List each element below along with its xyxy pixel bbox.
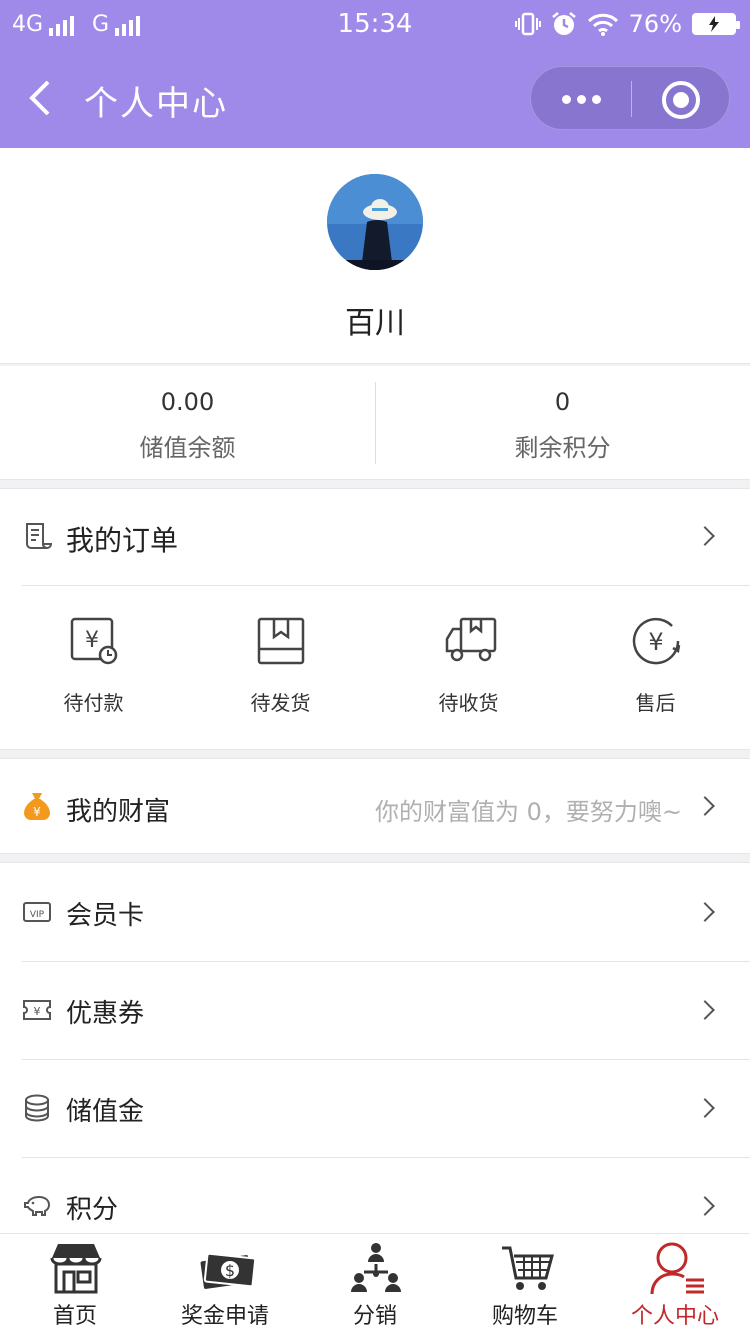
chevron-left-icon (29, 80, 50, 116)
truck-icon (445, 617, 497, 662)
stored-balance[interactable]: 0.00 储值余额 (0, 366, 375, 480)
coupon-row[interactable]: ¥ 优惠券 (0, 961, 750, 1059)
points-label: 积分 (66, 1195, 119, 1225)
network-people-icon (351, 1243, 401, 1292)
my-orders-row[interactable]: 我的订单 (0, 489, 750, 585)
capsule-divider (631, 81, 632, 117)
tab-profile[interactable]: 个人中心 (600, 1234, 750, 1333)
wifi-icon (587, 13, 618, 36)
tab-distribution[interactable]: 分销 (300, 1234, 450, 1333)
cart-icon (502, 1246, 554, 1290)
cash-icon: $ (200, 1252, 256, 1289)
remaining-points-label: 剩余积分 (514, 434, 611, 462)
chevron-right-icon (695, 1196, 715, 1216)
coupon-label: 优惠券 (66, 999, 145, 1029)
chevron-right-icon (695, 796, 715, 816)
user-name: 百川 (345, 306, 405, 341)
order-label: 待付款 (63, 691, 124, 715)
member-card-row[interactable]: VIP 会员卡 (0, 863, 750, 961)
chevron-right-icon (695, 1098, 715, 1118)
member-card-label: 会员卡 (66, 901, 145, 931)
avatar[interactable] (327, 174, 423, 270)
tab-label: 奖金申请 (180, 1304, 269, 1329)
stats-panel: 0.00 储值余额 0 剩余积分 (0, 366, 750, 480)
page-title: 个人中心 (84, 84, 228, 124)
order-list-icon (26, 523, 52, 550)
svg-text:VIP: VIP (30, 910, 45, 920)
payment-pending-icon: ¥ (70, 617, 118, 665)
order-pending-payment[interactable]: ¥ 待付款 (0, 615, 187, 745)
money-bag-icon: ¥ (24, 793, 50, 820)
battery-percent: 76% (628, 10, 682, 38)
vibrate-icon (514, 12, 541, 36)
tab-home[interactable]: 首页 (0, 1234, 150, 1333)
close-target-button[interactable] (662, 81, 700, 119)
page: 4G G 15:34 76% 个人中心 百川 0.00 储值余额 0 剩余积分 … (0, 0, 750, 1333)
tab-bonus[interactable]: $ 奖金申请 (150, 1234, 300, 1333)
chevron-right-icon (695, 902, 715, 922)
stored-value-row[interactable]: 储值金 (0, 1059, 750, 1157)
coin-stack-icon (25, 1094, 49, 1122)
points-row[interactable]: 积分 (0, 1157, 750, 1243)
wealth-section: ¥ 我的财富 你的财富值为 0，要努力噢~ (0, 758, 750, 854)
chevron-right-icon (695, 1000, 715, 1020)
status-right: 76% (514, 10, 740, 38)
order-after-sales[interactable]: ¥ 售后 (562, 615, 749, 745)
stored-balance-value: 0.00 (160, 388, 215, 416)
orders-section: 我的订单 ¥ 待付款 待发货 待收货 ¥ 售后 (0, 488, 750, 750)
battery-icon (692, 13, 740, 35)
back-button[interactable] (24, 78, 64, 122)
user-icon (650, 1242, 704, 1295)
order-pending-receipt[interactable]: 待收货 (375, 615, 562, 745)
stored-balance-label: 储值余额 (139, 434, 236, 462)
order-label: 待发货 (250, 691, 311, 715)
yen-refund-icon: ¥ (632, 617, 681, 665)
nav-bar: 个人中心 (0, 50, 750, 148)
tab-cart[interactable]: 购物车 (450, 1234, 600, 1333)
status-bar: 4G G 15:34 76% (0, 0, 750, 50)
vip-card-icon: VIP (23, 902, 51, 922)
my-wealth-row[interactable]: ¥ 我的财富 你的财富值为 0，要努力噢~ (0, 759, 750, 855)
more-button[interactable] (531, 67, 631, 131)
order-label: 待收货 (438, 691, 499, 715)
my-wealth-title: 我的财富 (66, 797, 171, 827)
tab-label: 分销 (352, 1304, 397, 1329)
box-icon (257, 617, 305, 665)
my-orders-title: 我的订单 (66, 524, 179, 557)
svg-text:¥: ¥ (85, 628, 99, 653)
remaining-points-value: 0 (554, 388, 571, 416)
svg-text:$: $ (225, 1261, 235, 1280)
stored-value-label: 储值金 (66, 1097, 145, 1127)
store-icon (50, 1244, 102, 1294)
piggy-bank-icon (24, 1195, 51, 1216)
tab-label: 首页 (52, 1304, 97, 1329)
menu-section: VIP 会员卡 ¥ 优惠券 储值金 积分 (0, 862, 750, 1242)
svg-text:¥: ¥ (34, 1005, 41, 1018)
alarm-icon (551, 12, 576, 35)
tab-label: 个人中心 (630, 1304, 719, 1329)
miniprogram-capsule (530, 66, 730, 130)
svg-text:¥: ¥ (33, 805, 41, 819)
chevron-right-icon (695, 526, 715, 546)
tab-label: 购物车 (491, 1304, 558, 1329)
wealth-hint: 你的财富值为 0，要努力噢~ (374, 798, 682, 826)
order-label: 售后 (635, 691, 676, 715)
coupon-icon: ¥ (23, 1000, 51, 1020)
profile-card: 百川 (0, 148, 750, 364)
remaining-points[interactable]: 0 剩余积分 (375, 366, 750, 480)
order-pending-shipment[interactable]: 待发货 (187, 615, 374, 745)
tab-bar: 首页 $ 奖金申请 分销 购物车 个人中心 (0, 1233, 750, 1333)
svg-text:¥: ¥ (648, 628, 663, 656)
top-bar: 4G G 15:34 76% 个人中心 (0, 0, 750, 148)
divider (22, 585, 750, 586)
